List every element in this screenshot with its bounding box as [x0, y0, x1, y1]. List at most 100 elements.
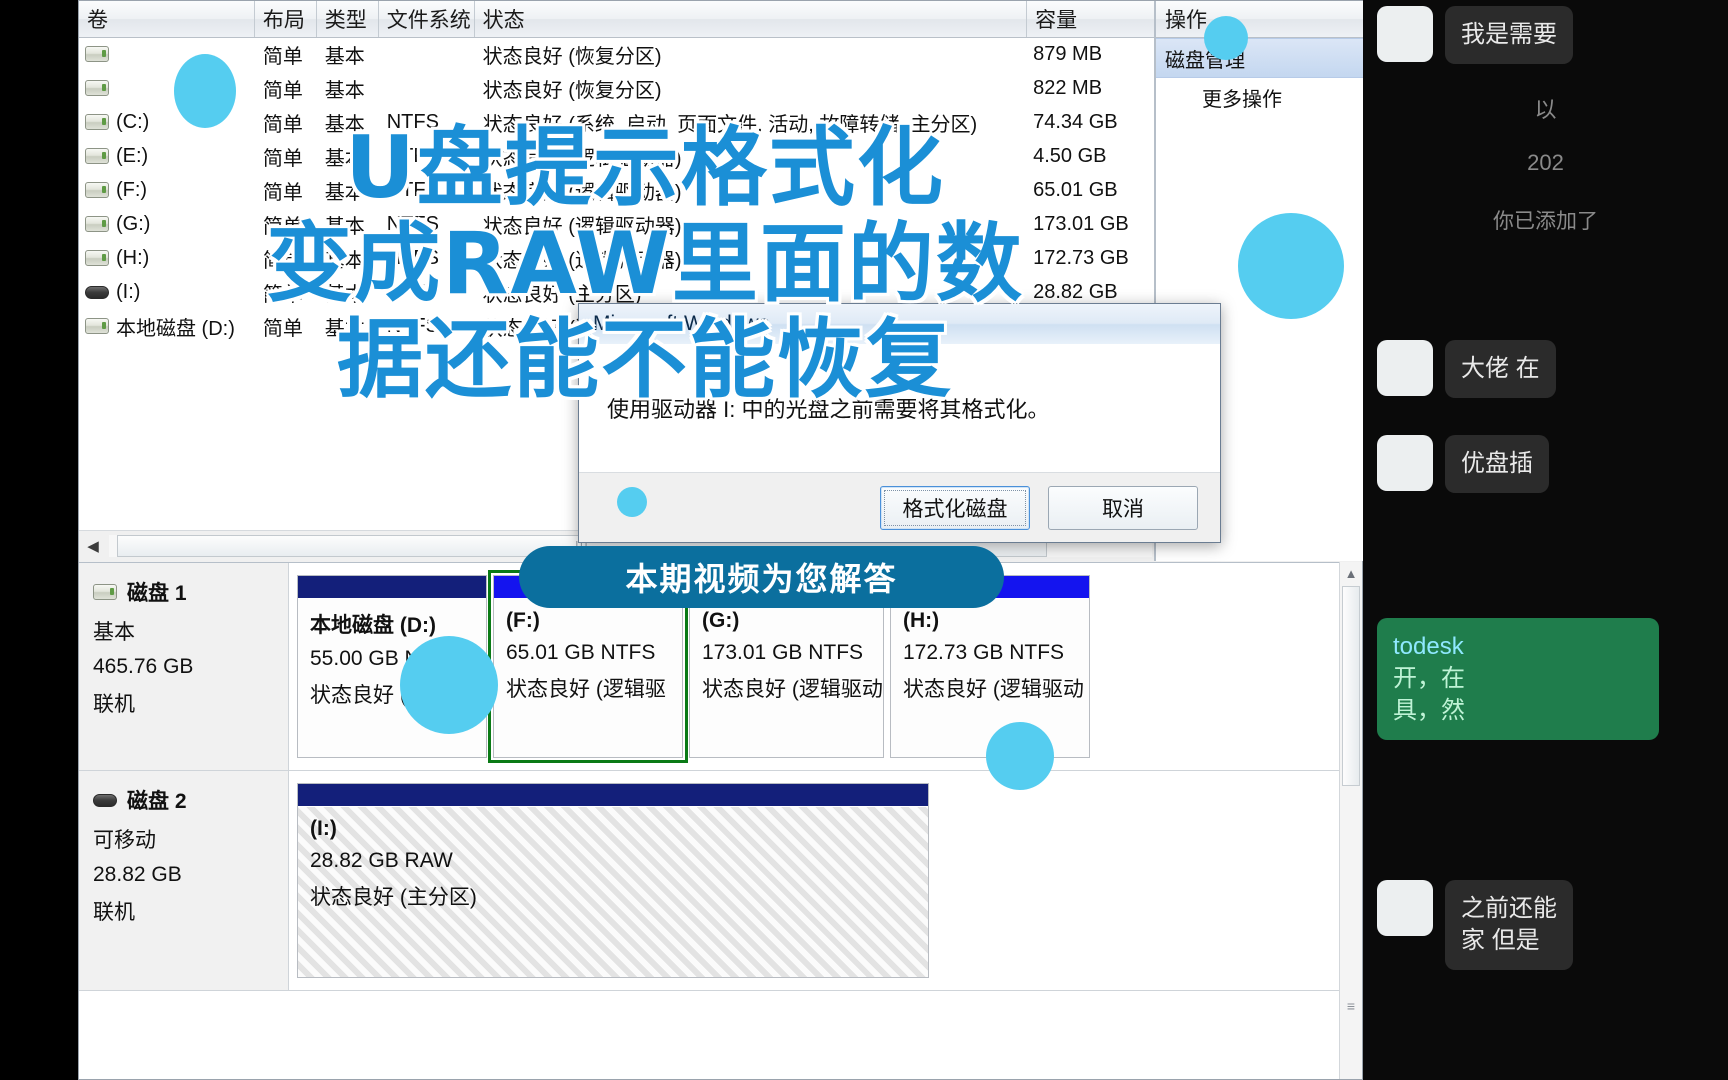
volume-status-cell: 状态良好 (恢复分区) [482, 45, 662, 68]
chat-link-text[interactable]: todesk [1393, 631, 1643, 663]
volume-layout-cell: 简单 [262, 147, 303, 170]
volume-name-label: (F:) [116, 178, 148, 201]
disk-info[interactable]: 磁盘 1 基本 465.76 GB 联机 [79, 563, 289, 770]
avatar[interactable] [1377, 340, 1433, 396]
partition-size-fs: 172.73 GB NTFS [903, 641, 1065, 664]
volume-capacity-cell: 4.50 GB [1033, 144, 1107, 167]
graph-scroll-grip-icon: ≡ [1346, 998, 1356, 1014]
partition-size-fs: 65.01 GB NTFS [506, 641, 656, 664]
volume-capacity-cell: 28.82 GB [1033, 280, 1118, 303]
volume-filesystem-cell: NTFS [386, 110, 439, 133]
volume-status-cell: 状态良好 (逻辑驱动器) [482, 249, 682, 272]
volume-layout-cell: 简单 [262, 45, 303, 68]
scroll-left-icon[interactable]: ◀ [79, 532, 107, 560]
chat-system-notice: 你已添加了 [1493, 210, 1598, 233]
table-row[interactable]: (C:) 简单 基本 NTFS 状态良好 (系统, 启动, 页面文件, 活动, 故障转储… [79, 105, 1154, 139]
partition-size-fs: 28.82 GB RAW [310, 849, 453, 872]
graph-scroll-thumb[interactable] [1342, 586, 1360, 786]
table-row[interactable]: (G:) 简单 基本 NTFS 状态良好 (逻辑驱动器) 173.01 GB [79, 207, 1154, 241]
actions-list: 磁盘管理 更多操作 [1156, 38, 1364, 116]
avatar[interactable] [1377, 6, 1433, 62]
partition-box[interactable]: 本地磁盘 (D:) 55.00 GB NTFS 状态良好 (逻 [297, 575, 487, 758]
chat-bubble-text: 优盘插 [1445, 435, 1549, 493]
disk-graphical-pane: 磁盘 1 基本 465.76 GB 联机 本地磁盘 (D:) 55.00 GB NTFS 状… [79, 562, 1362, 1079]
volume-filesystem-cell: NTFS [386, 314, 439, 337]
chat-system-date: 202 [1527, 150, 1564, 175]
removable-drive-icon [85, 285, 109, 299]
action-item[interactable]: 磁盘管理 [1156, 38, 1364, 78]
graphical-pane-vscrollbar[interactable]: ▲ ≡ [1339, 562, 1362, 1079]
table-row[interactable]: 简单 基本 状态良好 (恢复分区) 879 MB [79, 37, 1154, 71]
partition-box[interactable]: (I:) 28.82 GB RAW 状态良好 (主分区) [297, 783, 929, 978]
volume-type-cell: 基本 [324, 249, 365, 272]
volume-name-cell: (E:) [79, 145, 255, 168]
table-row[interactable]: (H:) 简单 基本 NTFS 状态良好 (逻辑驱动器) 172.73 GB [79, 241, 1154, 275]
chat-bubble-text: 我是需要 [1445, 6, 1573, 64]
dialog-title: Microsoft Windows [579, 304, 1220, 345]
volume-filesystem-cell: NTFS [386, 144, 439, 167]
column-header-volume[interactable]: 卷 [79, 1, 255, 37]
partition-status: 状态良好 (逻 [310, 684, 428, 707]
table-row[interactable]: 简单 基本 状态良好 (恢复分区) 822 MB [79, 71, 1154, 105]
hard-drive-icon [85, 148, 109, 164]
chat-message-incoming: 之前还能 家 但是 [1363, 880, 1573, 970]
volume-name-cell: (H:) [79, 247, 255, 270]
dialog-body: 使用驱动器 I: 中的光盘之前需要将其格式化。 [579, 344, 1220, 472]
volume-layout-cell: 简单 [262, 215, 303, 238]
column-header-status[interactable]: 状态 [474, 1, 1028, 37]
volume-name-cell: (F:) [79, 179, 255, 202]
volume-capacity-cell: 879 MB [1033, 42, 1103, 65]
volume-layout-cell: 简单 [262, 249, 303, 272]
hard-drive-icon [85, 46, 109, 62]
disk-state-label: 联机 [93, 901, 135, 924]
dialog-message: 使用驱动器 I: 中的光盘之前需要将其格式化。 [607, 397, 1050, 422]
chat-message-incoming: 大佬 在 [1363, 340, 1556, 398]
disk-name-label: 磁盘 1 [127, 582, 187, 605]
action-item[interactable]: 更多操作 [1156, 78, 1364, 116]
volume-capacity-cell: 65.01 GB [1033, 178, 1118, 201]
column-header-type[interactable]: 类型 [316, 1, 379, 37]
chat-bubble-text: 大佬 在 [1445, 340, 1556, 398]
partition-body: (H:) 172.73 GB NTFS 状态良好 (逻辑驱动 [891, 599, 1089, 703]
volume-name-label: 本地磁盘 (D:) [116, 317, 235, 340]
screenshot-stage: 卷 布局 类型 文件系统 状态 容量 简单 基本 状态良好 (恢复分区) 879 MB… [0, 0, 1728, 1080]
partition-status: 状态良好 (逻辑驱动 [702, 678, 883, 701]
partition-color-band [298, 784, 928, 807]
chat-panel: 我是需要 以 202 你已添加了 大佬 在 优盘插 todesk 开，在 具，然… [1363, 0, 1728, 1080]
format-disk-button[interactable]: 格式化磁盘 [880, 485, 1030, 530]
volume-filesystem-cell: NTFS [386, 246, 439, 269]
disk-type-label: 可移动 [93, 829, 156, 852]
hard-drive-icon [85, 80, 109, 96]
cancel-button[interactable]: 取消 [1048, 485, 1198, 530]
overlay-caption-pill: 本期视频为您解答 [519, 546, 1004, 608]
avatar[interactable] [1377, 435, 1433, 491]
disk-state-label: 联机 [93, 693, 135, 716]
format-prompt-dialog: Microsoft Windows 使用驱动器 I: 中的光盘之前需要将其格式化… [578, 303, 1221, 543]
partition-size-fs: 173.01 GB NTFS [702, 641, 864, 664]
volume-name-cell [79, 80, 255, 96]
table-row[interactable]: (F:) 简单 基本 NTFS 状态良好 (逻辑驱动器) 65.01 GB [79, 173, 1154, 207]
volume-name-cell: 本地磁盘 (D:) [79, 312, 255, 341]
volume-type-cell: 基本 [324, 79, 365, 102]
avatar[interactable] [1377, 880, 1433, 936]
partition-label: (G:) [702, 609, 740, 632]
hard-drive-icon [85, 250, 109, 266]
volume-status-cell: 状态良好 (恢复分区) [482, 79, 662, 102]
column-header-filesystem[interactable]: 文件系统 [378, 1, 475, 37]
partition-status: 状态良好 (逻辑驱动 [903, 678, 1084, 701]
table-row[interactable]: (E:) 简单 基本 NTFS 状态良好 (逻辑驱动器) 4.50 GB [79, 139, 1154, 173]
partition-label: (H:) [903, 609, 940, 632]
disk-partition-bars: (I:) 28.82 GB RAW 状态良好 (主分区) [289, 771, 1362, 990]
disk-info[interactable]: 磁盘 2 可移动 28.82 GB 联机 [79, 771, 289, 990]
partition-label: 本地磁盘 (D:) [310, 614, 436, 637]
volume-capacity-cell: 172.73 GB [1033, 246, 1129, 269]
column-header-capacity[interactable]: 容量 [1027, 1, 1155, 37]
chat-message-outgoing: todesk 开，在 具，然 [1363, 618, 1659, 740]
column-header-layout[interactable]: 布局 [254, 1, 317, 37]
scroll-up-icon[interactable]: ▲ [1340, 562, 1362, 584]
partition-color-band [298, 576, 486, 599]
hard-drive-icon [85, 114, 109, 130]
volume-layout-cell: 简单 [262, 181, 303, 204]
disk-title: 磁盘 1 [93, 577, 288, 607]
volume-type-cell: 基本 [324, 181, 365, 204]
